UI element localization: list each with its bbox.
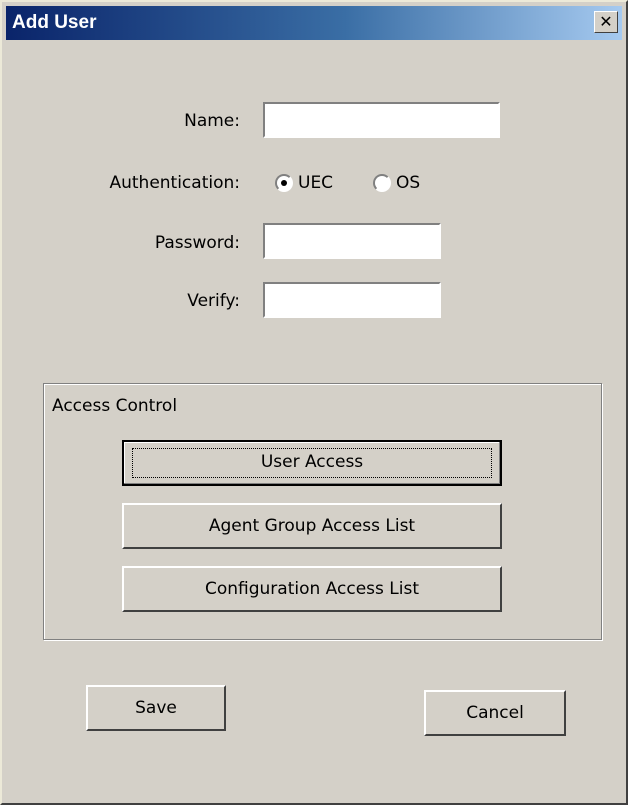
verify-input[interactable] [263,282,441,318]
radio-uec-label[interactable]: UEC [298,173,333,193]
name-label: Name: [184,111,240,131]
radio-os-label[interactable]: OS [396,173,420,193]
user-access-button[interactable]: User Access [122,440,502,486]
verify-label: Verify: [187,291,240,311]
configuration-access-list-label: Configuration Access List [204,579,419,599]
save-button[interactable]: Save [86,685,226,731]
cancel-label: Cancel [466,703,524,723]
radio-os[interactable] [373,174,391,192]
agent-group-access-list-button[interactable]: Agent Group Access List [122,503,502,549]
radio-uec[interactable] [275,174,293,192]
authentication-label: Authentication: [109,173,240,193]
name-input[interactable] [263,102,500,138]
access-control-title: Access Control [52,396,178,416]
agent-group-access-list-label: Agent Group Access List [208,516,416,536]
add-user-dialog: Add User ✕ Name: Authentication: UEC OS … [0,0,628,805]
cancel-button[interactable]: Cancel [424,690,566,736]
configuration-access-list-button[interactable]: Configuration Access List [122,566,502,612]
password-label: Password: [154,233,240,253]
close-button[interactable]: ✕ [594,11,618,33]
title-bar[interactable]: Add User ✕ [6,6,622,40]
focus-rectangle [132,448,492,478]
close-icon: ✕ [599,12,613,31]
save-label: Save [135,698,177,718]
password-input[interactable] [263,223,441,259]
radio-selected-dot [281,180,287,186]
window-title: Add User [12,12,97,33]
